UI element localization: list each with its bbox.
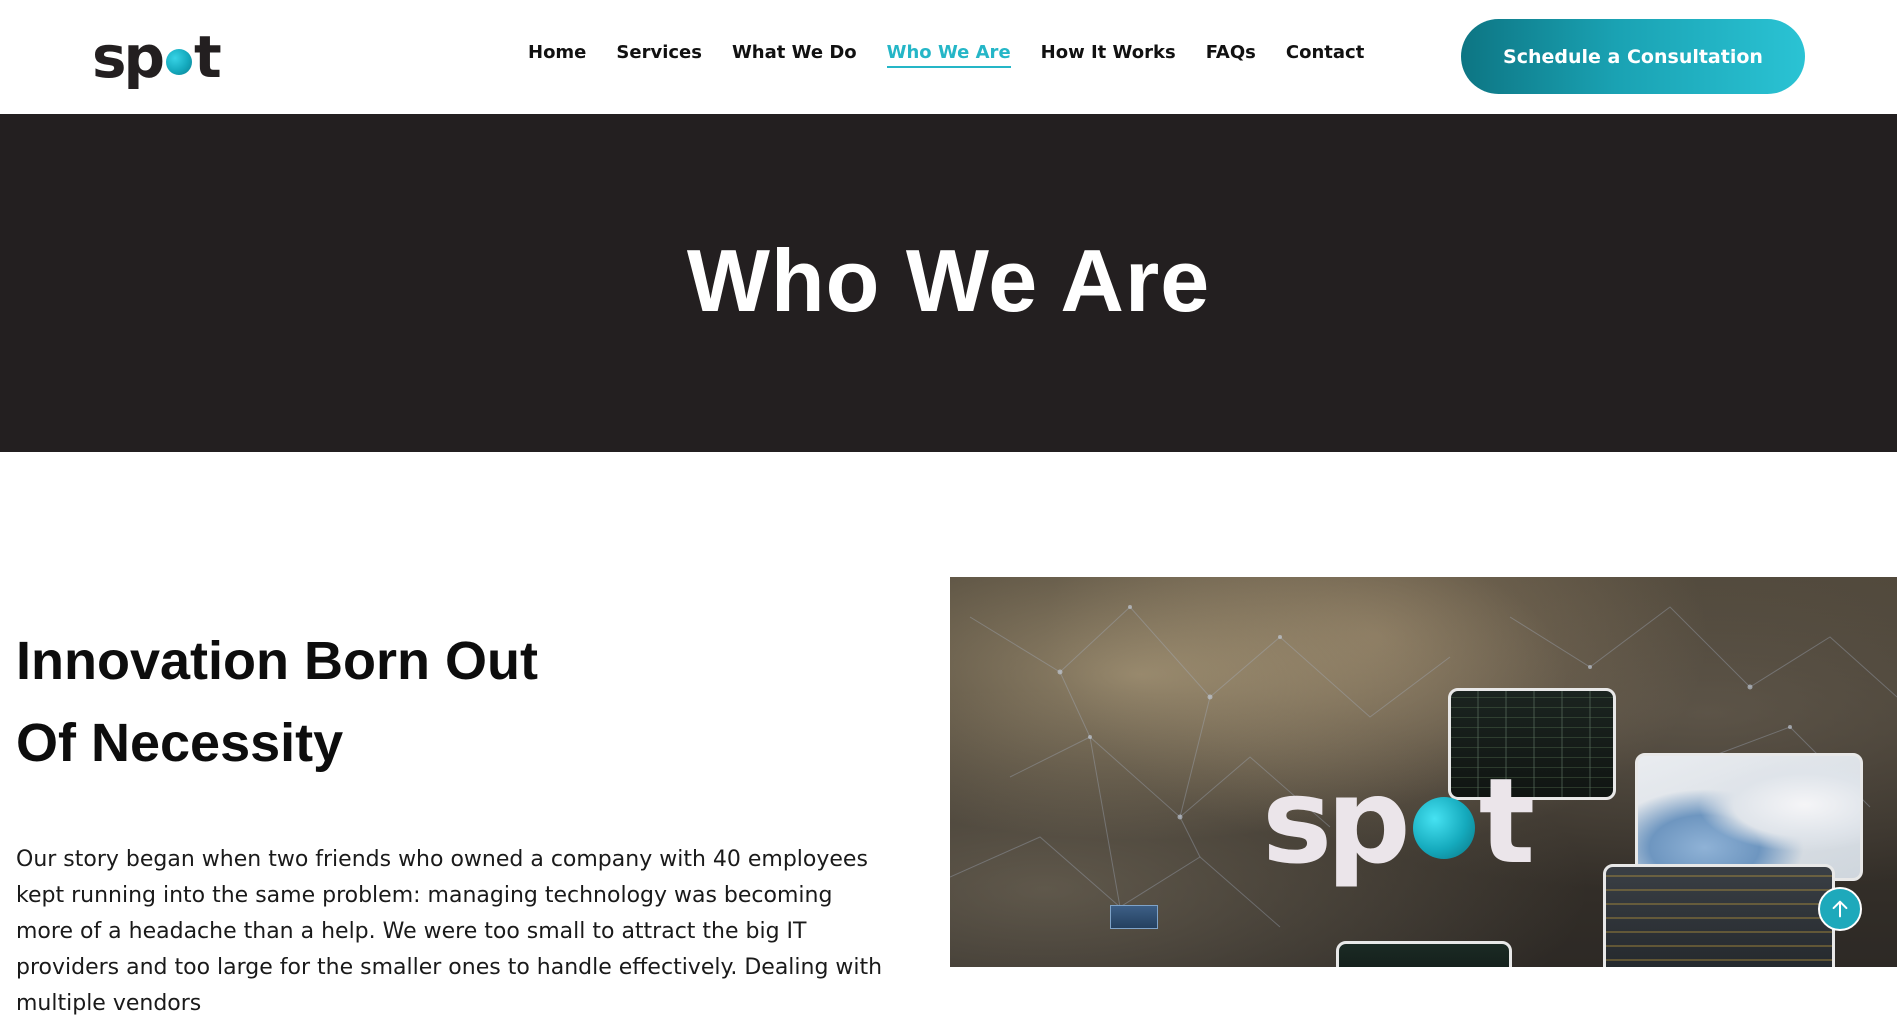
server-rack-tile bbox=[1603, 864, 1835, 967]
story-heading-line-2: Of Necessity bbox=[16, 713, 344, 773]
logo-wordmark: sp t bbox=[92, 23, 222, 91]
hero-banner: Who We Are bbox=[0, 114, 1897, 452]
nav-home[interactable]: Home bbox=[528, 42, 586, 68]
nav-contact[interactable]: Contact bbox=[1286, 42, 1364, 68]
story-heading-line-1: Innovation Born Out bbox=[16, 631, 538, 691]
nav-faqs[interactable]: FAQs bbox=[1206, 42, 1256, 68]
image-spot-logo: sp t bbox=[1262, 752, 1535, 890]
spot-feature-image: sp t bbox=[950, 577, 1897, 967]
nav-who-we-are[interactable]: Who We Are bbox=[886, 42, 1011, 68]
story-section: Innovation Born Out Of Necessity Our sto… bbox=[16, 620, 896, 1022]
image-logo-text-start: sp bbox=[1262, 752, 1411, 890]
small-screen-graphic bbox=[1110, 905, 1158, 929]
logo-text-end: t bbox=[194, 23, 222, 91]
nav-what-we-do[interactable]: What We Do bbox=[732, 42, 857, 68]
main-nav: Home Services What We Do Who We Are How … bbox=[528, 42, 1394, 68]
phone-laptop-tile bbox=[1635, 753, 1863, 881]
scroll-to-top-button[interactable] bbox=[1818, 887, 1862, 931]
schedule-consultation-button[interactable]: Schedule a Consultation bbox=[1461, 19, 1805, 94]
arrow-up-icon bbox=[1832, 900, 1848, 918]
nav-services[interactable]: Services bbox=[616, 42, 702, 68]
image-logo-text-end: t bbox=[1478, 752, 1535, 890]
terminal-tile bbox=[1336, 941, 1512, 967]
story-heading: Innovation Born Out Of Necessity bbox=[16, 620, 616, 784]
image-logo-dot-icon bbox=[1412, 797, 1475, 859]
logo-text-start: sp bbox=[92, 23, 165, 91]
spot-logo[interactable]: sp t bbox=[92, 24, 232, 90]
nav-how-it-works[interactable]: How It Works bbox=[1041, 42, 1176, 68]
page-title: Who We Are bbox=[686, 231, 1211, 330]
story-body-text: Our story began when two friends who own… bbox=[16, 847, 883, 1016]
site-header: sp t Home Services What We Do Who We Are… bbox=[0, 0, 1897, 114]
logo-dot-icon bbox=[166, 49, 193, 75]
